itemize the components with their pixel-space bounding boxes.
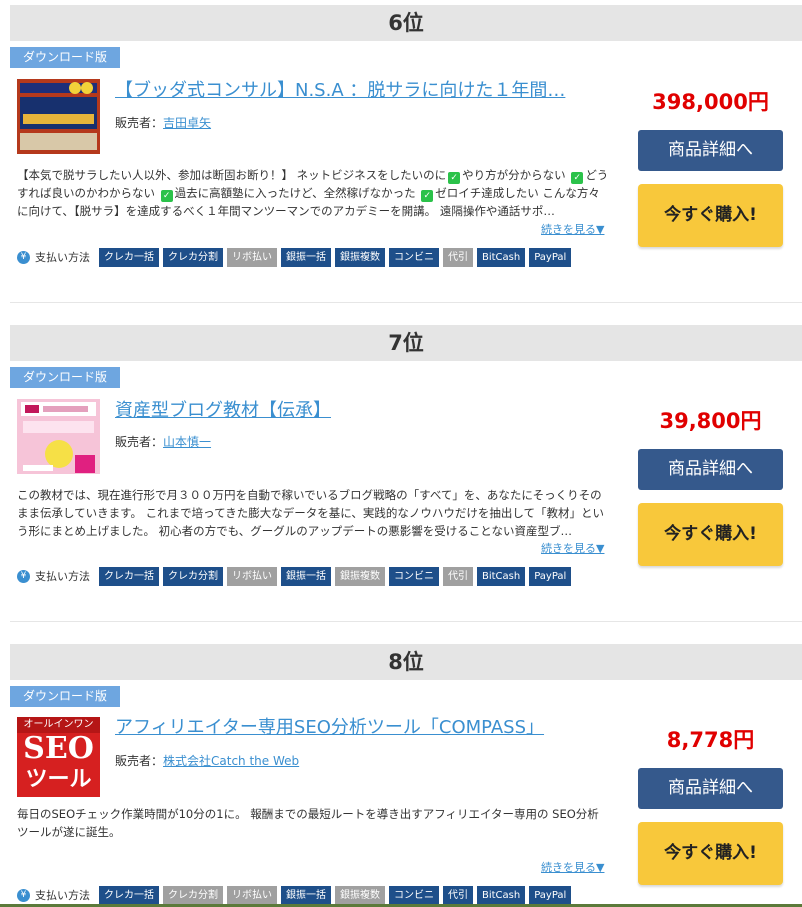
check-icon: ✓ — [421, 190, 434, 202]
payment-methods: ¥ 支払い方法 クレカ一括 クレカ分割 リボ払い 銀振一括 銀振複数 コンビニ … — [17, 566, 575, 586]
product-description: 毎日のSEOチェック作業時間が10分の1に。 報酬までの最短ルートを導き出すアフ… — [17, 807, 599, 839]
payment-chip: クレカ一括 — [99, 247, 159, 267]
seller-label: 販売者： — [115, 435, 164, 449]
seller-info: 販売者：吉田卓矢 — [115, 114, 211, 132]
payment-chip: BitCash — [477, 247, 526, 267]
payment-chip: PayPal — [529, 247, 572, 267]
rank-heading: 7位 — [10, 325, 802, 361]
product-detail-button[interactable]: 商品詳細へ — [638, 449, 783, 490]
price: 8,778円 — [666, 728, 755, 752]
payment-label: 支払い方法 — [35, 251, 90, 264]
payment-chip: PayPal — [529, 566, 572, 586]
thumbnail-image — [17, 79, 100, 154]
download-badge: ダウンロード版 — [10, 47, 121, 68]
description-text: やり方が分からない — [462, 168, 566, 182]
price: 398,000円 — [652, 90, 769, 114]
buy-now-button[interactable]: 今すぐ購入! — [638, 184, 783, 247]
product-title-link[interactable]: 資産型ブログ教材【伝承】 — [115, 399, 615, 423]
product-thumbnail[interactable]: オールインワン SEO ツール — [17, 717, 100, 797]
payment-chip: 銀振複数 — [335, 566, 385, 586]
payment-chip: クレカ一括 — [99, 566, 159, 586]
thumbnail-text: SEO — [23, 731, 94, 766]
thumbnail-image — [17, 399, 100, 474]
description-text: 【本気で脱サラしたい人以外、参加は断固お断り！】 ネットビジネスをしたいのに — [17, 168, 447, 182]
buy-now-button[interactable]: 今すぐ購入! — [638, 503, 783, 566]
seller-link[interactable]: 株式会社Catch the Web — [163, 754, 299, 768]
yen-icon: ¥ — [17, 250, 30, 264]
payment-chip: リボ払い — [227, 885, 277, 905]
seller-link[interactable]: 吉田卓矢 — [163, 116, 211, 130]
payment-chip: クレカ分割 — [163, 566, 223, 586]
payment-methods: ¥ 支払い方法 クレカ一括 クレカ分割 リボ払い 銀振一括 銀振複数 コンビニ … — [17, 247, 575, 267]
payment-chip: 銀振一括 — [281, 885, 331, 905]
payment-chip: コンビニ — [389, 885, 439, 905]
rank-heading: 6位 — [10, 5, 802, 41]
payment-chip: BitCash — [477, 885, 526, 905]
payment-chip: BitCash — [477, 566, 526, 586]
price: 39,800円 — [659, 409, 762, 433]
product-description: 【本気で脱サラしたい人以外、参加は断固お断り！】 ネットビジネスをしたいのに ✓ や… — [17, 166, 609, 220]
payment-chip: 銀振複数 — [335, 247, 385, 267]
yen-icon: ¥ — [17, 888, 30, 902]
payment-chip: 代引 — [443, 885, 473, 905]
description-text: 過去に高額塾に入ったけど、全然稼げなかった — [174, 186, 416, 200]
product-title-link[interactable]: アフィリエイター専用SEO分析ツール「COMPASS」 — [115, 716, 615, 740]
seller-info: 販売者：株式会社Catch the Web — [115, 752, 299, 770]
payment-chip: クレカ分割 — [163, 247, 223, 267]
read-more-link[interactable]: 続きを見る▼ — [541, 221, 604, 237]
thumbnail-image: オールインワン SEO ツール — [17, 717, 100, 793]
payment-chip: コンビニ — [389, 247, 439, 267]
payment-chip: 代引 — [443, 566, 473, 586]
check-icon: ✓ — [448, 172, 461, 184]
seller-link[interactable]: 山本慎一 — [163, 435, 211, 449]
thumbnail-text: ツール — [25, 766, 92, 792]
download-badge: ダウンロード版 — [10, 367, 121, 388]
payment-chip: クレカ一括 — [99, 885, 159, 905]
download-badge: ダウンロード版 — [10, 686, 121, 707]
buy-now-button[interactable]: 今すぐ購入! — [638, 822, 783, 885]
seller-info: 販売者：山本慎一 — [115, 433, 211, 451]
rank-heading: 8位 — [10, 644, 802, 680]
payment-methods: ¥ 支払い方法 クレカ一括 クレカ分割 リボ払い 銀振一括 銀振複数 コンビニ … — [17, 885, 575, 905]
payment-chip: 銀振一括 — [281, 566, 331, 586]
read-more-link[interactable]: 続きを見る▼ — [541, 859, 604, 875]
divider — [10, 302, 802, 303]
payment-label: 支払い方法 — [35, 889, 90, 902]
payment-chip: 代引 — [443, 247, 473, 267]
product-thumbnail[interactable] — [17, 79, 100, 154]
payment-chip: クレカ分割 — [163, 885, 223, 905]
check-icon: ✓ — [571, 172, 584, 184]
payment-chip: 銀振複数 — [335, 885, 385, 905]
product-title-link[interactable]: 【ブッダ式コンサル】N.S.A ：脱サラに向けた１年間… — [115, 79, 615, 103]
read-more-link[interactable]: 続きを見る▼ — [541, 540, 604, 556]
product-detail-button[interactable]: 商品詳細へ — [638, 768, 783, 809]
divider — [10, 621, 802, 622]
payment-chip: 銀振一括 — [281, 247, 331, 267]
payment-chip: リボ払い — [227, 247, 277, 267]
product-thumbnail[interactable] — [17, 399, 100, 474]
payment-chip: コンビニ — [389, 566, 439, 586]
product-description: この教材では、現在進行形で月３００万円を自動で稼いでいるブログ戦略の「すべて」を… — [17, 488, 605, 538]
product-detail-button[interactable]: 商品詳細へ — [638, 130, 783, 171]
check-icon: ✓ — [160, 190, 173, 202]
seller-label: 販売者： — [115, 116, 164, 130]
yen-icon: ¥ — [17, 569, 30, 583]
payment-chip: リボ払い — [227, 566, 277, 586]
seller-label: 販売者： — [115, 754, 164, 768]
payment-label: 支払い方法 — [35, 570, 90, 583]
payment-chip: PayPal — [529, 885, 572, 905]
